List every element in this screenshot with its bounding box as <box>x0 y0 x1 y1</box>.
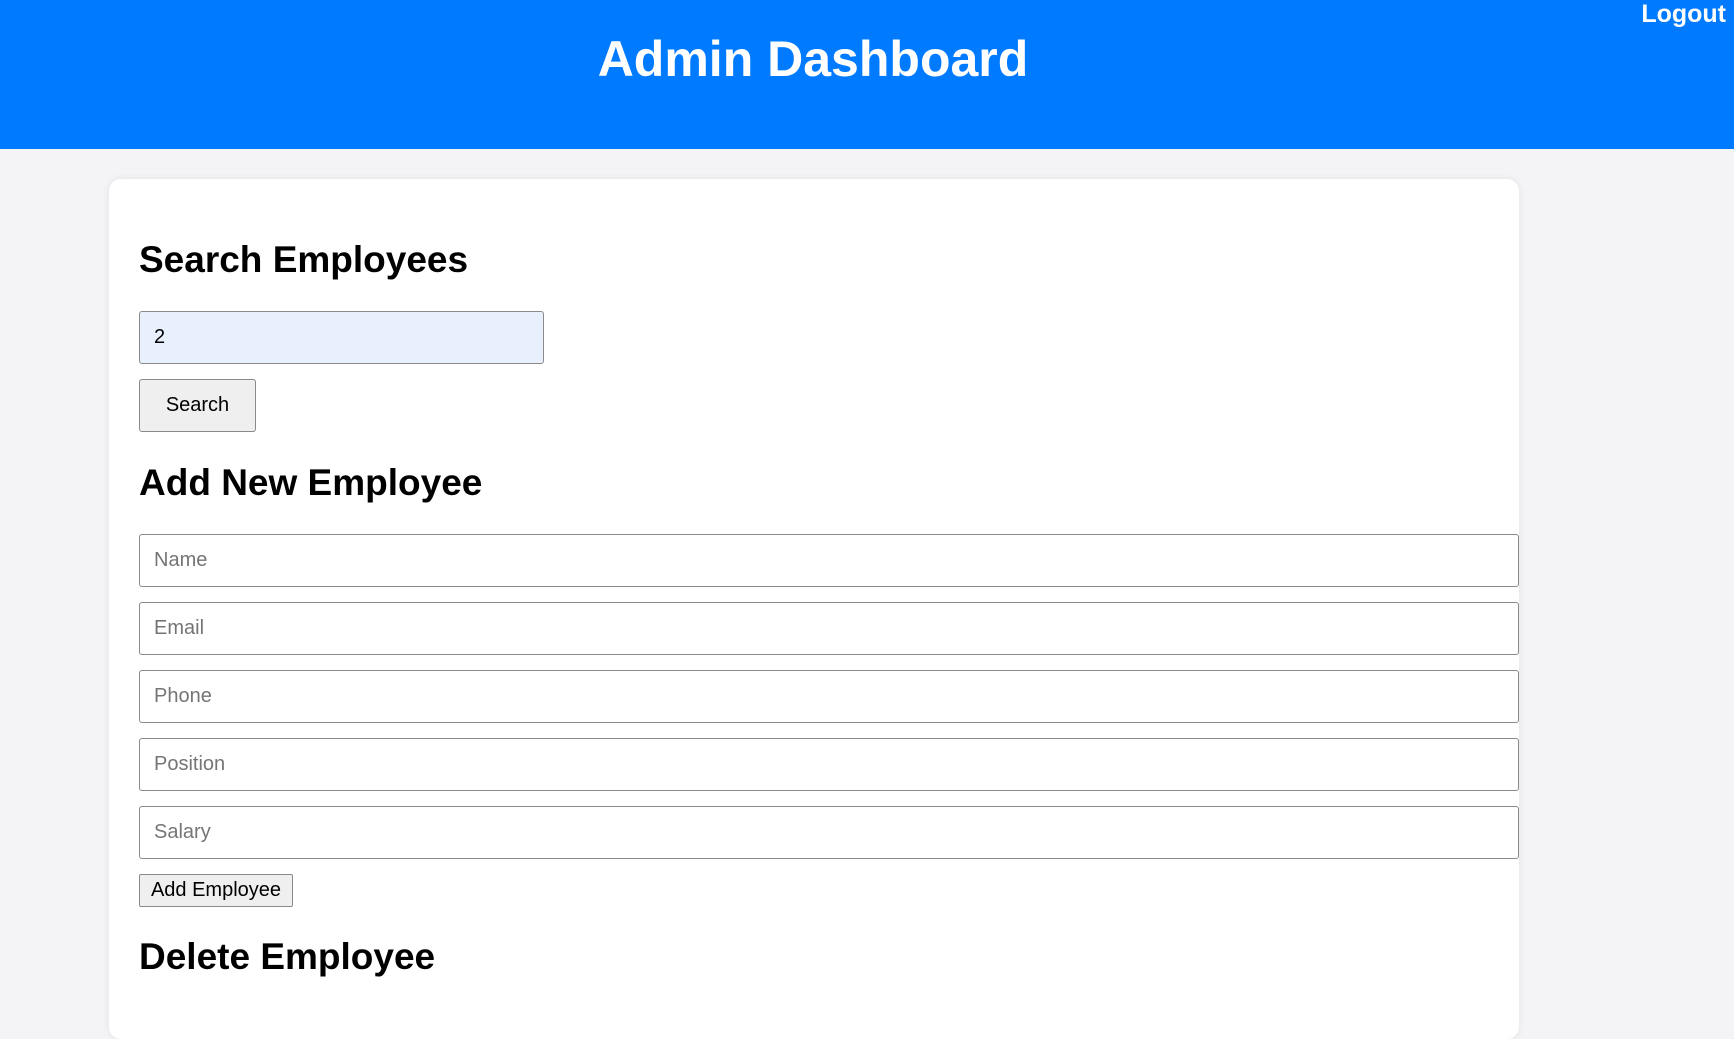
name-input[interactable] <box>139 534 1519 587</box>
delete-employee-heading: Delete Employee <box>139 936 436 977</box>
header-bar: Admin Dashboard Logout <box>0 0 1734 149</box>
page-title: Admin Dashboard <box>597 31 1029 87</box>
logout-link[interactable]: Logout <box>1641 0 1726 28</box>
salary-input[interactable] <box>139 806 1519 859</box>
main-card: Search Employees Search Add New Employee… <box>109 179 1519 1039</box>
add-employee-button[interactable]: Add Employee <box>139 874 293 907</box>
email-input[interactable] <box>139 602 1519 655</box>
search-button[interactable]: Search <box>139 379 256 432</box>
phone-input[interactable] <box>139 670 1519 723</box>
search-employees-heading: Search Employees <box>139 239 469 280</box>
add-employee-heading: Add New Employee <box>139 462 483 503</box>
search-input[interactable] <box>139 311 544 364</box>
position-input[interactable] <box>139 738 1519 791</box>
